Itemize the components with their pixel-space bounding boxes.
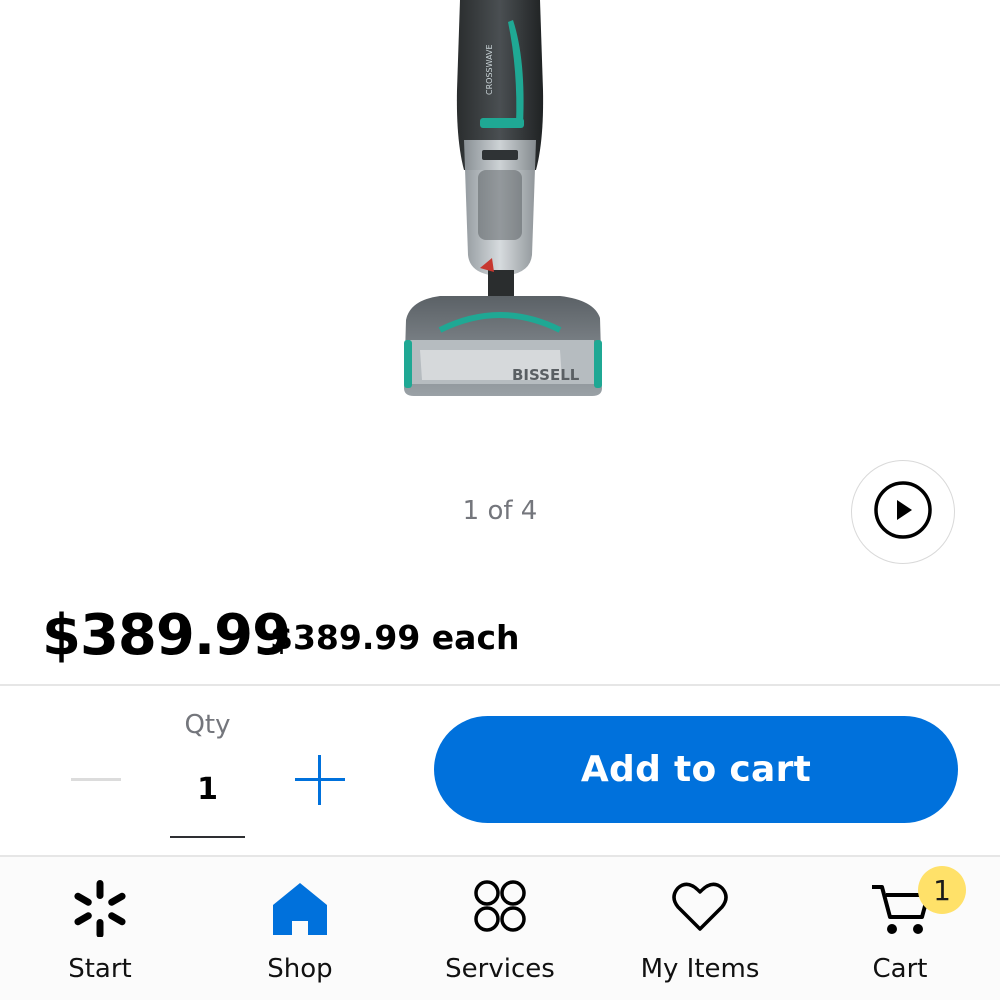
tab-services[interactable]: Services — [400, 857, 600, 1000]
tab-label: Shop — [267, 954, 333, 984]
bottom-tab-bar: Start Shop Services My Items Cart — [0, 857, 1000, 1000]
tab-label: Start — [68, 954, 132, 984]
unit-price: $389.99 each — [270, 618, 520, 657]
play-video-button[interactable] — [851, 460, 955, 564]
quantity-increment-button[interactable] — [290, 750, 350, 810]
price: $389.99 — [42, 603, 291, 668]
divider — [0, 684, 1000, 686]
cart-count-badge: 1 — [918, 866, 966, 914]
quantity-value[interactable]: 1 — [170, 772, 245, 807]
product-brand-text: BISSELL — [512, 366, 580, 384]
product-image[interactable]: CROSSWAVE BISSELL — [380, 0, 620, 410]
svg-text:CROSSWAVE: CROSSWAVE — [485, 44, 494, 95]
tab-label: Services — [445, 954, 555, 984]
store-icon — [273, 883, 327, 935]
tab-start[interactable]: Start — [0, 857, 200, 1000]
quantity-label: Qty — [184, 710, 231, 740]
play-icon — [873, 480, 933, 545]
quantity-underline — [170, 836, 245, 838]
tab-label: Cart — [872, 954, 928, 984]
tab-cart[interactable]: Cart — [800, 857, 1000, 1000]
services-grid-icon — [474, 880, 526, 932]
quantity-decrement-button[interactable] — [60, 755, 132, 803]
tab-shop[interactable]: Shop — [200, 857, 400, 1000]
add-to-cart-button[interactable]: Add to cart — [434, 716, 958, 823]
minus-icon — [71, 777, 121, 781]
cordless-wet-dry-vacuum-image: CROSSWAVE BISSELL — [404, 0, 602, 396]
spark-icon — [74, 880, 126, 937]
tab-label: My Items — [640, 954, 760, 984]
tab-my-items[interactable]: My Items — [600, 857, 800, 1000]
heart-icon — [672, 882, 728, 931]
image-counter: 1 of 4 — [462, 496, 538, 526]
plus-icon — [295, 755, 345, 805]
